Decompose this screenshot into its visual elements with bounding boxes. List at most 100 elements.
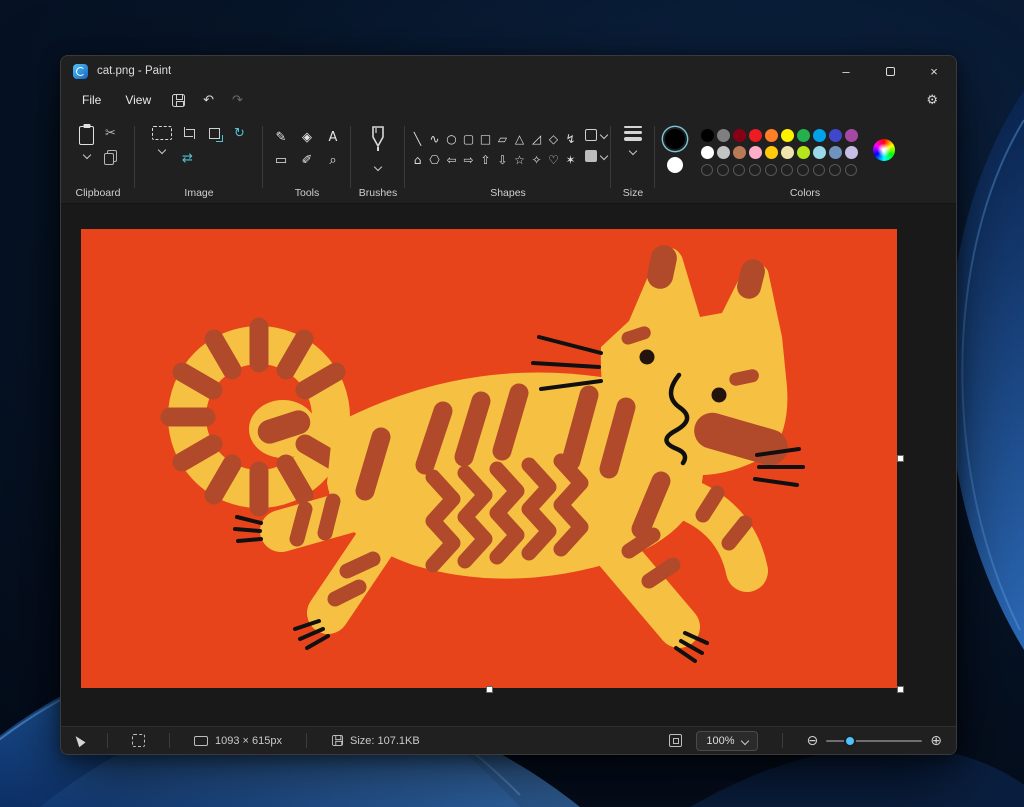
custom-color-slot[interactable]: [733, 164, 745, 176]
shape-arrow-right[interactable]: ⇨: [460, 149, 477, 170]
color-swatch-#ed1c24[interactable]: [749, 129, 762, 142]
custom-color-slot[interactable]: [765, 164, 777, 176]
line-size-icon: [624, 126, 642, 141]
magnifier-tool[interactable]: ⌕: [320, 149, 346, 172]
color-swatch-#c8bfe7[interactable]: [845, 146, 858, 159]
shape-rounded-rectangle[interactable]: ▢: [460, 128, 477, 149]
shape-curve[interactable]: ∿: [426, 128, 443, 149]
zoom-out-button[interactable]: ⊖: [807, 733, 819, 749]
select-button[interactable]: [152, 126, 172, 153]
color-swatch-#880015[interactable]: [733, 129, 746, 142]
undo-button[interactable]: ↶: [195, 90, 222, 111]
menu-file[interactable]: File: [71, 89, 112, 111]
tools-grid: ✎◈A ▭✐⌕: [268, 126, 346, 172]
shape-outline-button[interactable]: [585, 129, 607, 141]
brush-icon: [369, 126, 387, 157]
custom-color-slot[interactable]: [781, 164, 793, 176]
pencil-tool[interactable]: ✎: [268, 126, 294, 149]
shape-arrow-up[interactable]: ⇧: [477, 149, 494, 170]
group-label-clipboard: Clipboard: [61, 187, 135, 199]
color-swatch-#22b14c[interactable]: [797, 129, 810, 142]
maximize-button[interactable]: [868, 56, 912, 86]
zoom-slider-track: [826, 740, 922, 743]
eyedropper-tool[interactable]: ✐: [294, 149, 320, 172]
shape-lightning[interactable]: ↯: [562, 128, 579, 149]
color-swatch-#ffffff[interactable]: [701, 146, 714, 159]
zoom-slider-thumb[interactable]: [844, 735, 856, 747]
custom-color-slot[interactable]: [829, 164, 841, 176]
custom-color-slot[interactable]: [797, 164, 809, 176]
eraser-tool[interactable]: ▭: [268, 149, 294, 172]
shape-fill-button[interactable]: [585, 150, 607, 162]
canvas-resize-handle-bottom[interactable]: [486, 686, 493, 693]
custom-color-slot[interactable]: [749, 164, 761, 176]
color-swatch-#00a2e8[interactable]: [813, 129, 826, 142]
canvas-resize-handle-right[interactable]: [897, 455, 904, 462]
custom-color-slot[interactable]: [701, 164, 713, 176]
fill-tool[interactable]: ◈: [294, 126, 320, 149]
color-swatch-#a349a4[interactable]: [845, 129, 858, 142]
color2-swatch[interactable]: [667, 157, 683, 173]
shape-arrow-left[interactable]: ⇦: [443, 149, 460, 170]
color-swatch-#7092be[interactable]: [829, 146, 842, 159]
color-swatch-#c3c3c3[interactable]: [717, 146, 730, 159]
custom-color-slot[interactable]: [845, 164, 857, 176]
shape-right-triangle[interactable]: ◿: [528, 128, 545, 149]
size-button[interactable]: [624, 126, 642, 154]
shape-rectangle[interactable]: □: [477, 128, 494, 149]
color-swatch-#3f48cc[interactable]: [829, 129, 842, 142]
custom-color-slot[interactable]: [717, 164, 729, 176]
zoom-in-button[interactable]: ⊕: [930, 733, 942, 749]
color-swatch-#ff7f27[interactable]: [765, 129, 778, 142]
menu-view[interactable]: View: [114, 89, 162, 111]
shape-oval[interactable]: ○: [443, 128, 460, 149]
ribbon-group-colors: Colors: [655, 114, 955, 204]
save-button[interactable]: [164, 91, 193, 110]
zoom-slider[interactable]: [826, 734, 922, 748]
shape-four-point-star[interactable]: ✧: [528, 149, 545, 170]
titlebar[interactable]: cat.png - Paint – ×: [61, 56, 956, 86]
flip-button[interactable]: ⇄: [182, 151, 193, 166]
zoom-to-fit-icon[interactable]: [669, 734, 682, 747]
edit-colors-button[interactable]: [873, 139, 895, 161]
shape-heart[interactable]: ♡: [545, 149, 562, 170]
color-swatch-#99d9ea[interactable]: [813, 146, 826, 159]
color-swatch-#000000[interactable]: [701, 129, 714, 142]
shape-star[interactable]: ☆: [511, 149, 528, 170]
canvas-resize-handle-corner[interactable]: [897, 686, 904, 693]
canvas[interactable]: [81, 229, 897, 688]
group-label-size: Size: [611, 187, 655, 199]
shape-pentagon[interactable]: ⌂: [409, 149, 426, 170]
cut-button[interactable]: ✂: [105, 126, 116, 141]
shape-arrow-down[interactable]: ⇩: [494, 149, 511, 170]
close-button[interactable]: ×: [912, 56, 956, 86]
shape-diamond[interactable]: ◇: [545, 128, 562, 149]
color-swatch-#ffaec9[interactable]: [749, 146, 762, 159]
shape-six-point-star[interactable]: ✶: [562, 149, 579, 170]
copy-button[interactable]: [104, 150, 117, 165]
minimize-button[interactable]: –: [824, 56, 868, 86]
chevron-down-icon: [158, 146, 166, 154]
resize-button[interactable]: [209, 128, 220, 139]
brushes-button[interactable]: [369, 126, 387, 170]
crop-button[interactable]: [182, 127, 195, 140]
color-swatch-#b97a57[interactable]: [733, 146, 746, 159]
zoom-level-dropdown[interactable]: 100%: [696, 731, 757, 751]
shape-hexagon[interactable]: ⎔: [426, 149, 443, 170]
redo-button[interactable]: ↷: [224, 90, 251, 111]
rotate-button[interactable]: ↻: [234, 126, 245, 141]
color-swatch-#fff200[interactable]: [781, 129, 794, 142]
shape-parallelogram[interactable]: ▱: [494, 128, 511, 149]
text-tool[interactable]: A: [320, 126, 346, 149]
paste-button[interactable]: [79, 126, 94, 158]
color-swatch-#ffc90e[interactable]: [765, 146, 778, 159]
custom-color-slot[interactable]: [813, 164, 825, 176]
shape-line[interactable]: ╲: [409, 128, 426, 149]
color-swatch-#7f7f7f[interactable]: [717, 129, 730, 142]
color-swatch-#b5e61d[interactable]: [797, 146, 810, 159]
color-swatch-#efe4b0[interactable]: [781, 146, 794, 159]
color1-selected-swatch[interactable]: [665, 129, 685, 149]
chevron-down-icon: [600, 152, 608, 160]
shape-triangle[interactable]: △: [511, 128, 528, 149]
settings-button[interactable]: ⚙: [918, 90, 946, 111]
